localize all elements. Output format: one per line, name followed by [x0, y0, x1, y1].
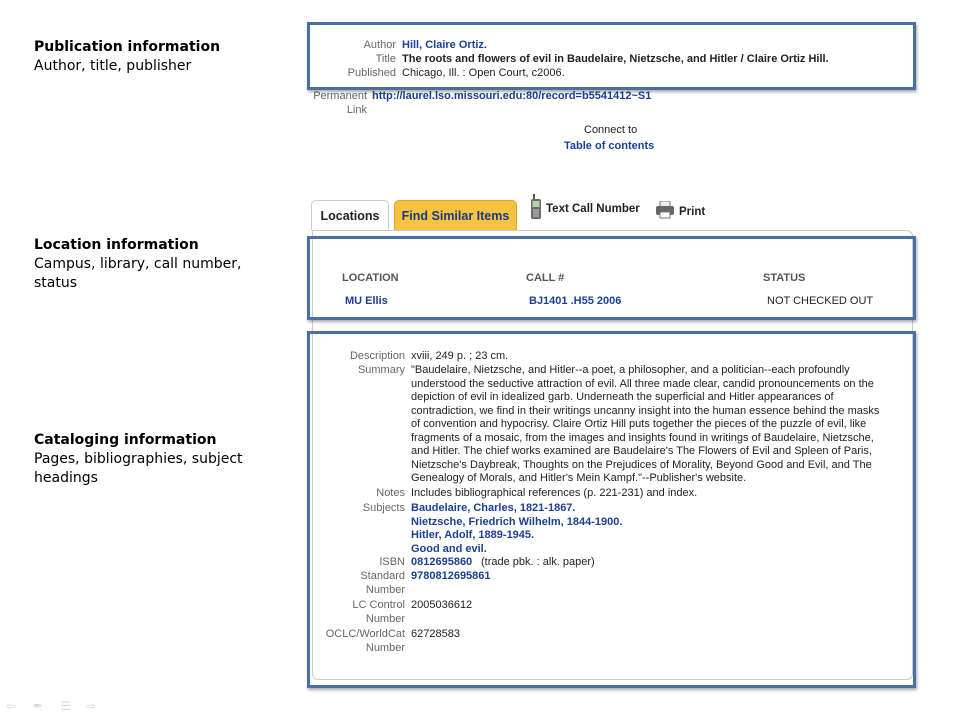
text-call-number-button[interactable]: Text Call Number	[530, 194, 640, 223]
menu-icon[interactable]: ☰	[60, 699, 71, 713]
tab-locations[interactable]: Locations	[311, 200, 389, 230]
print-button[interactable]: Print	[655, 200, 706, 222]
permanent-label-line2: Link	[346, 103, 367, 116]
annotation-text: Campus, library, call number, status	[34, 256, 242, 291]
back-arrow-icon[interactable]: ⇦	[6, 699, 16, 713]
annotation-publication: Publication information Author, title, p…	[34, 38, 220, 76]
connect-to-label: Connect to	[584, 124, 638, 136]
annotation-location: Location information Campus, library, ca…	[34, 236, 244, 293]
text-call-number-label: Text Call Number	[546, 202, 640, 215]
forward-arrow-icon[interactable]: ⇨	[86, 699, 96, 713]
annotation-heading: Location information	[34, 237, 199, 253]
annotation-text: Pages, bibliographies, subject headings	[34, 451, 243, 486]
annotation-cataloging: Cataloging information Pages, bibliograp…	[34, 431, 244, 488]
phone-icon	[530, 194, 542, 223]
publication-highlight-frame	[307, 22, 916, 90]
table-of-contents-link[interactable]: Table of contents	[564, 140, 654, 152]
print-label: Print	[679, 205, 706, 218]
permanent-link[interactable]: http://laurel.lso.missouri.edu:80/record…	[372, 90, 651, 102]
printer-icon	[655, 200, 675, 222]
tab-find-similar-items[interactable]: Find Similar Items	[394, 200, 517, 230]
cataloging-highlight-frame	[307, 331, 916, 688]
annotation-heading: Cataloging information	[34, 432, 217, 448]
annotation-text: Author, title, publisher	[34, 58, 192, 74]
pen-icon[interactable]: ✒	[33, 699, 43, 713]
location-highlight-frame	[307, 236, 916, 320]
permanent-link-label: Permanent Link	[300, 90, 367, 117]
permanent-label-line1: Permanent	[313, 90, 367, 102]
annotation-heading: Publication information	[34, 39, 221, 55]
